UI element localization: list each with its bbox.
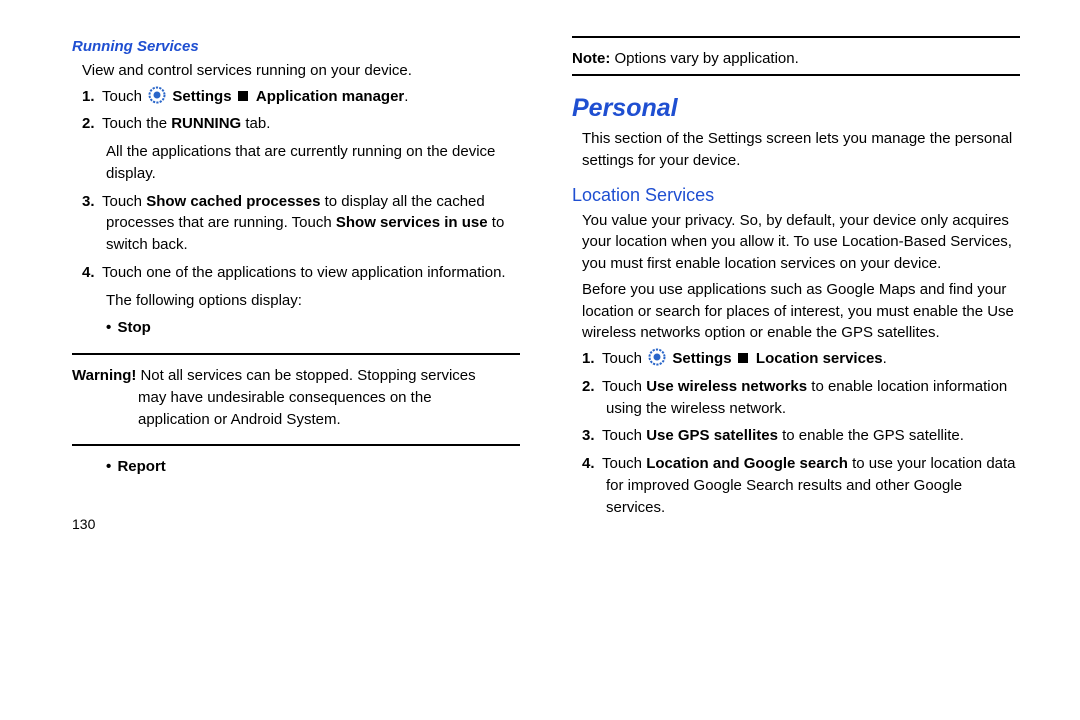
heading-running-services: Running Services bbox=[72, 36, 520, 58]
step-number: 2. bbox=[82, 113, 102, 135]
step-text: Touch bbox=[102, 193, 146, 210]
step-number: 3. bbox=[82, 191, 102, 213]
step-4-follow: The following options display: bbox=[106, 290, 520, 312]
bullet-report: • Report bbox=[106, 456, 520, 478]
step-2: 2.Touch Use wireless networks to enable … bbox=[602, 376, 1020, 420]
use-gps-label: Use GPS satellites bbox=[646, 427, 778, 444]
step-text: Touch bbox=[102, 88, 146, 105]
right-column: Note: Options vary by application. Perso… bbox=[572, 36, 1020, 534]
left-column: Running Services View and control servic… bbox=[72, 36, 520, 534]
divider bbox=[72, 353, 520, 355]
divider bbox=[572, 36, 1020, 38]
app-manager-label: Application manager bbox=[256, 88, 404, 105]
gear-icon bbox=[148, 86, 166, 104]
bullet-stop: • Stop bbox=[106, 317, 520, 339]
location-google-label: Location and Google search bbox=[646, 455, 848, 472]
personal-body: This section of the Settings screen lets… bbox=[582, 128, 1020, 172]
step-3: 3.Touch Show cached processes to display… bbox=[102, 191, 520, 256]
running-services-steps: 1.Touch Settings Application manager. 2.… bbox=[72, 86, 520, 312]
use-wireless-label: Use wireless networks bbox=[646, 378, 807, 395]
step-3: 3.Touch Use GPS satellites to enable the… bbox=[602, 425, 1020, 447]
step-text: to enable the GPS satellite. bbox=[778, 427, 964, 444]
step-text: Touch one of the applications to view ap… bbox=[102, 264, 506, 281]
step-text: Touch bbox=[602, 378, 646, 395]
warning-line3: application or Android System. bbox=[138, 409, 520, 431]
page-number: 130 bbox=[72, 514, 520, 534]
heading-location-services: Location Services bbox=[572, 182, 1020, 208]
step-1: 1.Touch Settings Application manager. bbox=[102, 86, 520, 108]
show-services-label: Show services in use bbox=[336, 214, 488, 231]
step-text: Touch bbox=[602, 427, 646, 444]
warning-line1: Not all services can be stopped. Stoppin… bbox=[140, 365, 520, 387]
location-steps: 1.Touch Settings Location services. 2.To… bbox=[572, 348, 1020, 518]
running-services-intro: View and control services running on you… bbox=[82, 60, 520, 82]
bullet-dot: • bbox=[106, 319, 111, 336]
show-cached-label: Show cached processes bbox=[146, 193, 320, 210]
warning-box: Warning! Not all services can be stopped… bbox=[72, 365, 520, 430]
stop-label: Stop bbox=[117, 319, 150, 336]
warning-label: Warning! bbox=[72, 365, 136, 387]
step-text: Touch the bbox=[102, 115, 171, 132]
step-number: 2. bbox=[582, 376, 602, 398]
location-body1: You value your privacy. So, by default, … bbox=[582, 210, 1020, 275]
manual-page: Running Services View and control servic… bbox=[0, 0, 1080, 554]
settings-label: Settings bbox=[172, 88, 231, 105]
step-number: 4. bbox=[82, 262, 102, 284]
settings-label: Settings bbox=[672, 350, 731, 367]
step-number: 4. bbox=[582, 453, 602, 475]
divider bbox=[72, 444, 520, 446]
arrow-icon bbox=[738, 353, 748, 363]
step-4: 4.Touch Location and Google search to us… bbox=[602, 453, 1020, 518]
note-label: Note: bbox=[572, 50, 610, 67]
location-services-label: Location services bbox=[756, 350, 883, 367]
arrow-icon bbox=[238, 91, 248, 101]
step-text: Touch bbox=[602, 455, 646, 472]
note-box: Note: Options vary by application. bbox=[572, 36, 1020, 76]
heading-personal: Personal bbox=[572, 90, 1020, 126]
step-text: tab. bbox=[241, 115, 270, 132]
step-4: 4.Touch one of the applications to view … bbox=[102, 262, 520, 312]
gear-icon bbox=[648, 348, 666, 366]
divider bbox=[572, 74, 1020, 76]
step-2-follow: All the applications that are currently … bbox=[106, 141, 520, 185]
warning-line2: may have undesirable consequences on the bbox=[138, 387, 520, 409]
step-2: 2.Touch the RUNNING tab. All the applica… bbox=[102, 113, 520, 184]
step-number: 3. bbox=[582, 425, 602, 447]
step-text: Touch bbox=[602, 350, 646, 367]
step-number: 1. bbox=[582, 348, 602, 370]
location-body2: Before you use applications such as Goog… bbox=[582, 279, 1020, 344]
running-tab-label: RUNNING bbox=[171, 115, 241, 132]
bullet-dot: • bbox=[106, 458, 111, 475]
report-label: Report bbox=[117, 458, 165, 475]
step-1: 1.Touch Settings Location services. bbox=[602, 348, 1020, 370]
step-number: 1. bbox=[82, 86, 102, 108]
note-text: Options vary by application. bbox=[610, 50, 798, 67]
